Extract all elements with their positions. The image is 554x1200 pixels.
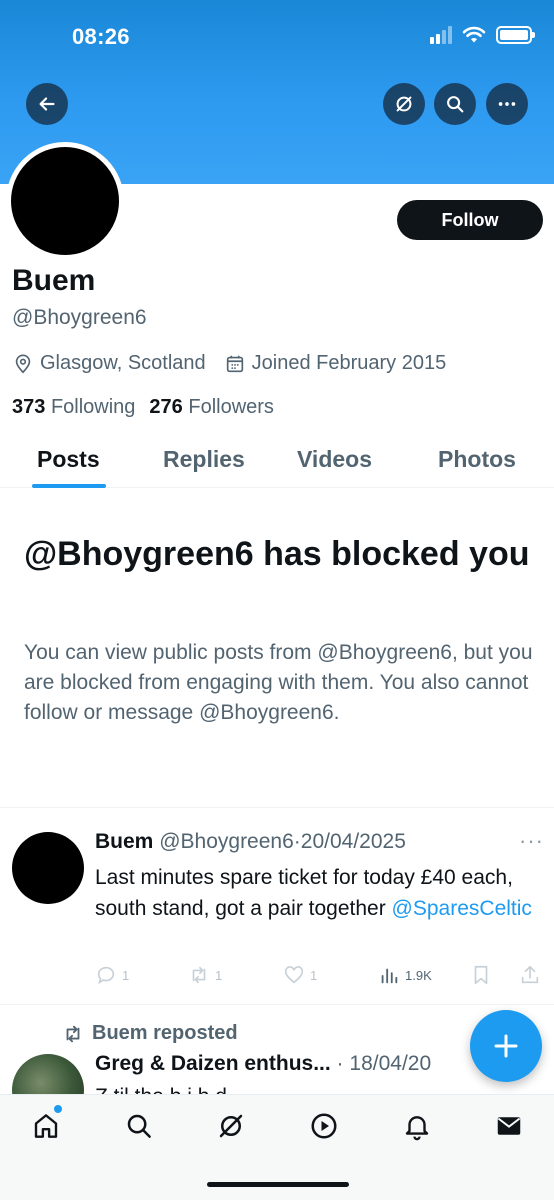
more-button[interactable] [486, 83, 528, 125]
calendar-icon [226, 355, 243, 372]
post-avatar[interactable] [12, 832, 84, 904]
tab-photos[interactable]: Photos [438, 446, 516, 473]
profile-tabs: Posts Replies Videos Photos [0, 436, 554, 488]
repost-text: Z til the b i h d [95, 1082, 227, 1094]
share-button[interactable] [519, 964, 541, 986]
blocked-message: You can view public posts from @Bhoygree… [24, 641, 533, 724]
views-count: 1.9K [405, 967, 432, 983]
search-button[interactable] [434, 83, 476, 125]
search-icon [447, 96, 464, 113]
compose-button[interactable] [470, 1010, 542, 1082]
following-link[interactable]: 373 Following [12, 396, 135, 419]
location: Glasgow, Scotland [12, 352, 206, 375]
active-tab-indicator [32, 484, 106, 488]
views-chart-icon [381, 968, 398, 984]
followers-count: 276 [149, 396, 183, 418]
post-actions: 1 1 1 1.9K [95, 964, 545, 990]
reply-icon [97, 966, 115, 985]
blocked-title: @Bhoygreen6 has blocked you [24, 535, 530, 573]
plus-icon [494, 1034, 518, 1058]
profile-handle: @Bhoygreen6 [12, 306, 147, 329]
profile-meta: Glasgow, Scotland Joined February 2015 [12, 352, 464, 375]
repost-label[interactable]: Buem reposted [92, 1022, 238, 1045]
status-icons [430, 26, 535, 44]
home-icon [34, 1114, 58, 1138]
reply-count: 1 [122, 967, 130, 983]
share-icon [521, 965, 539, 984]
post-header: Buem @Bhoygreen6·20/04/2025 [95, 830, 406, 854]
nav-video[interactable] [304, 1109, 344, 1143]
back-button[interactable] [26, 83, 68, 125]
profile-avatar[interactable] [6, 142, 124, 260]
joined-text: Joined February 2015 [251, 352, 447, 374]
repost-header: Greg & Daizen enthus... · 18/04/20 [95, 1052, 495, 1076]
joined-date: Joined February 2015 [224, 352, 447, 375]
post-separator: · [293, 830, 301, 853]
tab-posts[interactable]: Posts [37, 446, 100, 473]
more-icon [498, 102, 516, 106]
post-handle: @Bhoygreen6 [159, 830, 294, 853]
nav-grok[interactable] [211, 1109, 251, 1143]
post-mention-link[interactable]: @SparesCeltic [392, 897, 532, 920]
repost-count: 1 [215, 967, 223, 983]
nav-search[interactable] [119, 1109, 159, 1143]
views-button[interactable]: 1.9K [378, 964, 432, 986]
divider [0, 1004, 554, 1005]
nav-home[interactable] [26, 1105, 66, 1143]
search-icon [127, 1114, 151, 1138]
like-button[interactable]: 1 [283, 964, 317, 986]
like-count: 1 [310, 967, 318, 983]
follow-counts: 373 Following 276 Followers [12, 396, 274, 419]
repost-button[interactable]: 1 [188, 964, 222, 986]
home-indicator [207, 1182, 349, 1187]
bookmark-button[interactable] [470, 964, 492, 986]
video-icon [311, 1113, 337, 1139]
post-date[interactable]: 20/04/2025 [301, 830, 406, 853]
repost-indicator: Buem reposted [62, 1022, 238, 1045]
following-label: Following [50, 396, 136, 418]
repost-author[interactable]: Greg & Daizen enthus... [95, 1052, 331, 1075]
status-time: 08:26 [72, 24, 130, 49]
grok-button[interactable] [383, 83, 425, 125]
wifi-icon [462, 26, 486, 43]
battery-icon [496, 26, 535, 44]
tab-replies[interactable]: Replies [163, 446, 245, 473]
grok-icon [219, 1114, 243, 1138]
grok-icon [396, 96, 412, 112]
repost-icon [192, 966, 206, 984]
followers-link[interactable]: 276 Followers [149, 396, 274, 419]
profile-name: Buem [12, 264, 96, 297]
followers-label: Followers [188, 396, 274, 418]
repost-separator: · [330, 1052, 350, 1075]
location-pin-icon [15, 353, 31, 373]
repost-icon [66, 1025, 80, 1042]
nav-notifications[interactable] [397, 1109, 437, 1143]
heart-icon [284, 966, 304, 984]
arrow-left-icon [39, 97, 55, 111]
nav-messages[interactable] [489, 1109, 529, 1143]
repost-date[interactable]: 18/04/20 [349, 1052, 431, 1075]
follow-button[interactable]: Follow [397, 200, 543, 240]
reply-button[interactable]: 1 [95, 964, 129, 986]
post-author[interactable]: Buem [95, 830, 153, 853]
post-more-button[interactable]: ··· [519, 828, 544, 854]
post-text: Last minutes spare ticket for today £40 … [95, 862, 545, 924]
following-count: 373 [12, 396, 46, 418]
mail-icon [497, 1117, 521, 1135]
location-text: Glasgow, Scotland [40, 352, 206, 374]
divider [0, 807, 554, 808]
bookmark-icon [474, 965, 488, 985]
signal-icon [430, 26, 452, 44]
bell-icon [405, 1116, 429, 1141]
notification-dot [54, 1105, 62, 1113]
tab-videos[interactable]: Videos [297, 446, 372, 473]
